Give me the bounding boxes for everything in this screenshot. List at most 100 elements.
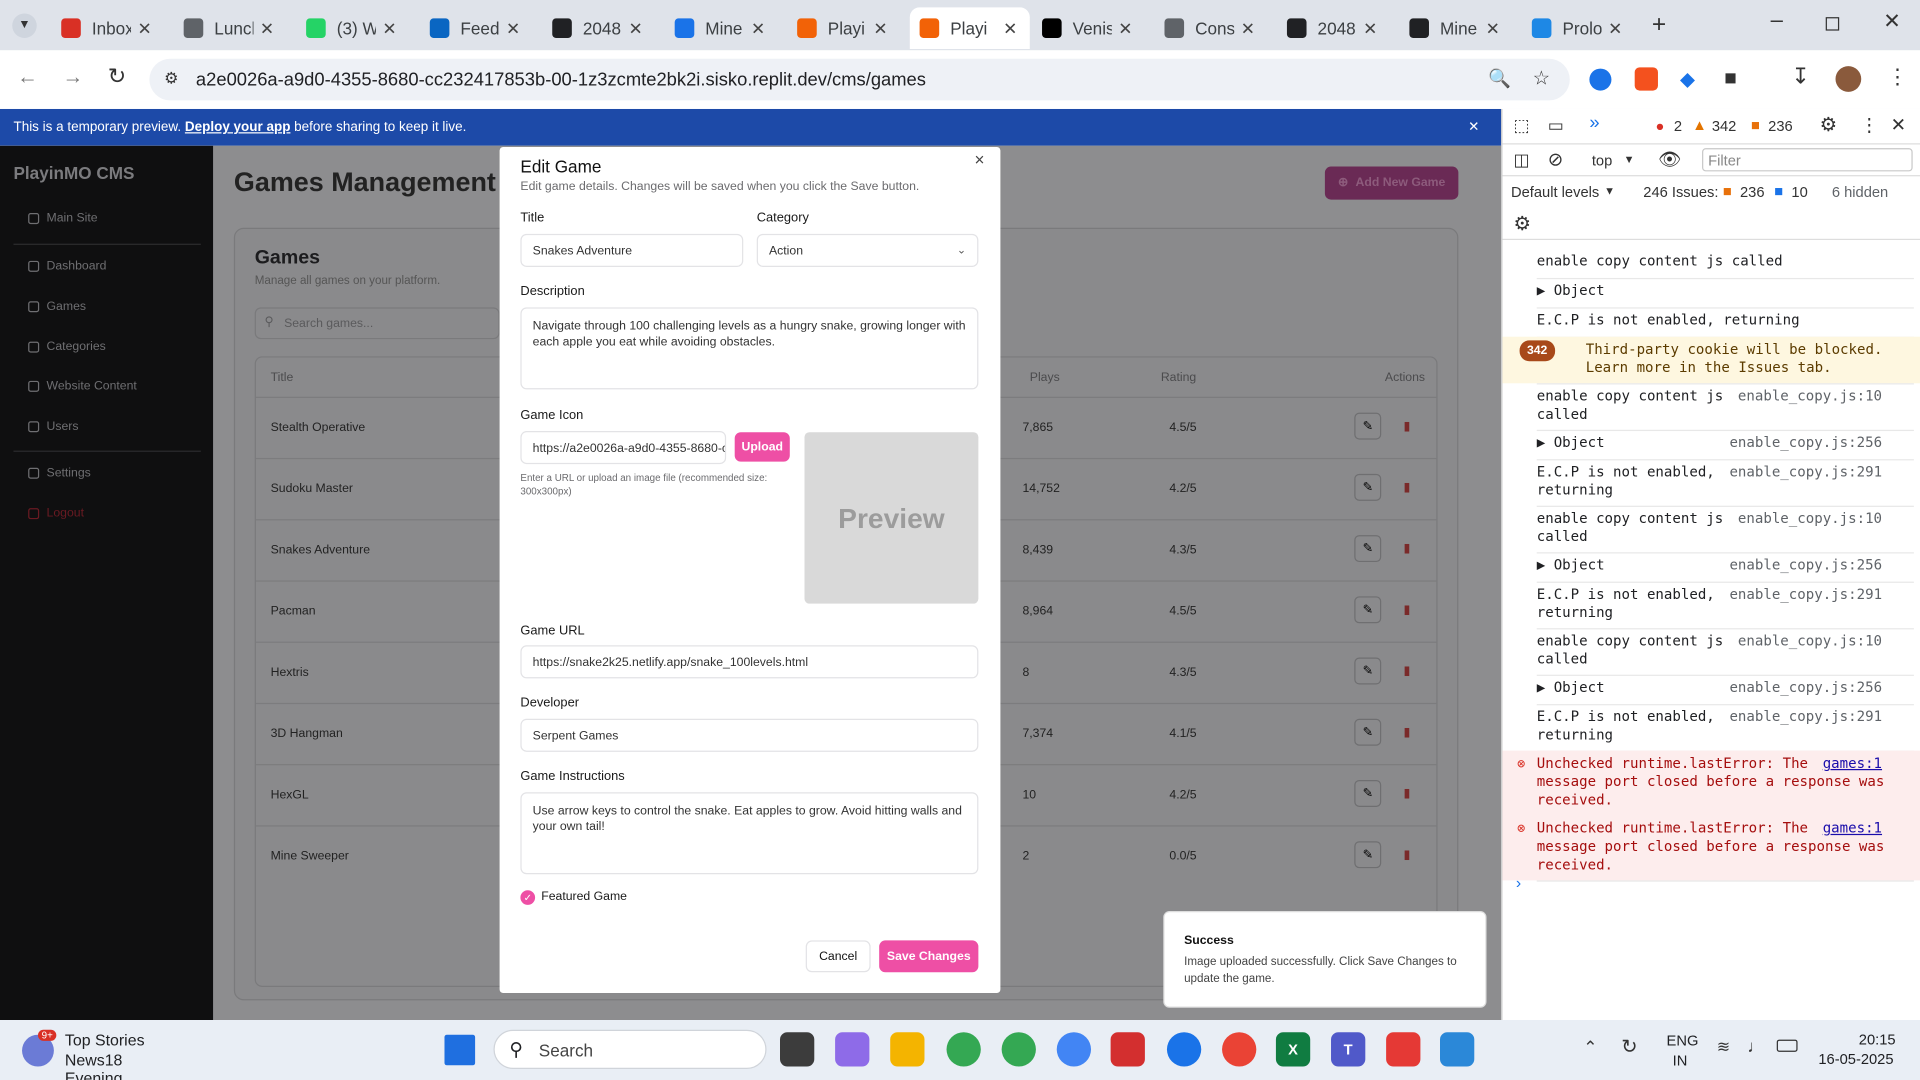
warning-icon[interactable]: ▲ [1692, 116, 1707, 133]
close-tab-icon[interactable]: ✕ [137, 18, 151, 39]
console-source-link[interactable]: enable_copy.js:256 [1729, 433, 1882, 451]
close-icon[interactable]: × [974, 149, 984, 169]
chrome-profile-icon[interactable] [1222, 1032, 1257, 1067]
sidebar-item-categories[interactable]: Categories [28, 340, 106, 354]
close-tab-icon[interactable]: ✕ [1486, 18, 1500, 39]
issues-summary[interactable]: 246 Issues: [1643, 184, 1718, 201]
app-icon[interactable] [1386, 1032, 1421, 1067]
hidden-count[interactable]: 6 hidden [1832, 184, 1888, 201]
console-message[interactable]: ▶ Object enable_copy.js:256 [1502, 430, 1920, 459]
browser-tab[interactable]: (3) W ✕ [296, 7, 409, 49]
battery-icon[interactable] [1776, 1039, 1798, 1052]
close-tab-icon[interactable]: ✕ [751, 18, 765, 39]
task-view-icon[interactable] [780, 1032, 815, 1067]
console-settings-gear-icon[interactable]: ⚙ [1513, 212, 1531, 236]
console-message[interactable]: E.C.P is not enabled, returning [1502, 307, 1920, 336]
browser-tab[interactable]: Playi ✕ [787, 7, 900, 49]
error-count-icon[interactable]: ● [1656, 118, 1665, 135]
clock-time[interactable]: 20:15 [1859, 1031, 1896, 1048]
wifi-icon[interactable]: ≋ [1717, 1037, 1730, 1057]
close-banner-icon[interactable]: ✕ [1468, 119, 1479, 135]
clear-console-icon[interactable]: ⊘ [1548, 148, 1563, 170]
delete-icon[interactable]: ▮ [1393, 719, 1420, 746]
add-new-game-button[interactable]: ⊕ Add New Game [1324, 166, 1459, 200]
minimize-button[interactable]: – [1771, 7, 1783, 33]
console-message[interactable]: Third-party cookie will be blocked. Lear… [1502, 336, 1920, 384]
instructions-field[interactable]: Use arrow keys to control the snake. Eat… [520, 792, 979, 875]
file-explorer-icon[interactable] [890, 1032, 925, 1067]
download-icon[interactable]: ↧ [1791, 64, 1809, 90]
browser-tab[interactable]: Mine ✕ [1400, 7, 1513, 49]
context-selector[interactable]: top [1592, 152, 1612, 169]
extension-icon[interactable]: ◆ [1680, 67, 1695, 91]
console-source-link[interactable]: enable_copy.js:10 [1738, 509, 1882, 527]
language-line1[interactable]: ENG [1667, 1032, 1699, 1049]
console-source-link[interactable]: enable_copy.js:256 [1729, 678, 1882, 696]
console-message[interactable]: enable copy content js called enable_copy… [1502, 383, 1920, 430]
news-widget[interactable]: 9+ Top Stories News18 Evening... [22, 1029, 193, 1080]
delete-icon[interactable]: ▮ [1393, 780, 1420, 807]
console-source-link[interactable]: enable_copy.js:291 [1729, 463, 1882, 481]
close-tab-icon[interactable]: ✕ [1241, 18, 1255, 39]
console-message[interactable]: Unchecked runtime.lastError: The message… [1502, 750, 1920, 816]
console-source-link[interactable]: enable_copy.js:291 [1729, 585, 1882, 603]
issues-b-count[interactable]: 10 [1791, 184, 1807, 201]
console-prompt-icon[interactable]: › [1516, 873, 1521, 891]
language-line2[interactable]: IN [1673, 1052, 1688, 1069]
sidebar-item-main-site[interactable]: Main Site [28, 212, 98, 225]
forward-icon[interactable]: → [62, 65, 83, 89]
acrobat-icon[interactable] [1110, 1032, 1145, 1067]
chrome-profile-icon[interactable] [1001, 1032, 1036, 1067]
delete-icon[interactable]: ▮ [1393, 535, 1420, 562]
console-filter-input[interactable]: Filter [1702, 148, 1913, 172]
featured-checkbox[interactable]: ✓ [520, 890, 536, 905]
close-tab-icon[interactable]: ✕ [873, 18, 887, 39]
repeat-count-badge[interactable]: 342 [1519, 340, 1555, 362]
close-tab-icon[interactable]: ✕ [382, 18, 396, 39]
error-count[interactable]: 2 [1674, 118, 1682, 135]
delete-icon[interactable]: ▮ [1393, 474, 1420, 501]
tab-search-button[interactable]: ▼ [12, 13, 37, 38]
sidebar-item-website-content[interactable]: Website Content [28, 380, 137, 393]
sync-icon[interactable]: ↻ [1621, 1035, 1637, 1059]
browser-tab[interactable]: 2048 ✕ [542, 7, 655, 49]
clock-date[interactable]: 16-05-2025 [1818, 1051, 1893, 1068]
devtools-menu-icon[interactable]: ⋮ [1860, 114, 1878, 136]
reload-icon[interactable]: ↻ [108, 64, 126, 90]
menu-kebab-icon[interactable]: ⋮ [1887, 65, 1908, 89]
console-message[interactable]: ▶ Object enable_copy.js:256 [1502, 552, 1920, 581]
copilot-icon[interactable] [835, 1032, 870, 1067]
cancel-button[interactable]: Cancel [805, 940, 871, 973]
category-select[interactable]: Action ⌄ [756, 233, 979, 267]
browser-tab[interactable]: Playi ✕ [909, 7, 1030, 49]
browser-tab[interactable]: Lunch ✕ [174, 7, 287, 49]
extension-icon[interactable] [1589, 68, 1612, 91]
edit-icon[interactable]: ✎ [1354, 412, 1382, 440]
console-message[interactable]: enable copy content js called [1502, 249, 1920, 278]
close-tab-icon[interactable]: ✕ [1363, 18, 1377, 39]
inspect-icon[interactable]: ⬚ [1513, 115, 1529, 136]
close-tab-icon[interactable]: ✕ [628, 18, 642, 39]
back-icon[interactable]: ← [17, 65, 38, 89]
edit-icon[interactable]: ✎ [1354, 841, 1382, 869]
browser-tab[interactable]: Inbox ✕ [51, 7, 164, 49]
console-message[interactable]: enable copy content js called enable_copy… [1502, 628, 1920, 675]
settings-gear-icon[interactable]: ⚙ [1820, 113, 1838, 137]
console-source-link[interactable]: enable_copy.js:10 [1738, 387, 1882, 405]
new-tab-button[interactable]: + [1652, 11, 1666, 39]
delete-icon[interactable]: ▮ [1393, 596, 1420, 623]
restore-button[interactable] [1825, 17, 1840, 31]
chrome-icon[interactable] [946, 1032, 981, 1067]
sidebar-item-users[interactable]: Users [28, 420, 79, 433]
console-message[interactable]: enable copy content js called enable_copy… [1502, 506, 1920, 553]
game-url-field[interactable]: https://snake2k25.netlify.app/snake_100l… [520, 645, 979, 679]
deploy-link[interactable]: Deploy your app [185, 120, 291, 135]
console-message[interactable]: E.C.P is not enabled, returning enable_co… [1502, 582, 1920, 629]
close-tab-icon[interactable]: ✕ [1118, 18, 1132, 39]
upload-button[interactable]: Upload [734, 432, 790, 462]
bookmark-star-icon[interactable]: ☆ [1533, 66, 1551, 90]
close-devtools-icon[interactable]: ✕ [1891, 114, 1906, 136]
windows-start-icon[interactable] [444, 1034, 476, 1066]
browser-tab[interactable]: Cons ✕ [1155, 7, 1268, 49]
issues-a-count[interactable]: 236 [1740, 184, 1765, 201]
